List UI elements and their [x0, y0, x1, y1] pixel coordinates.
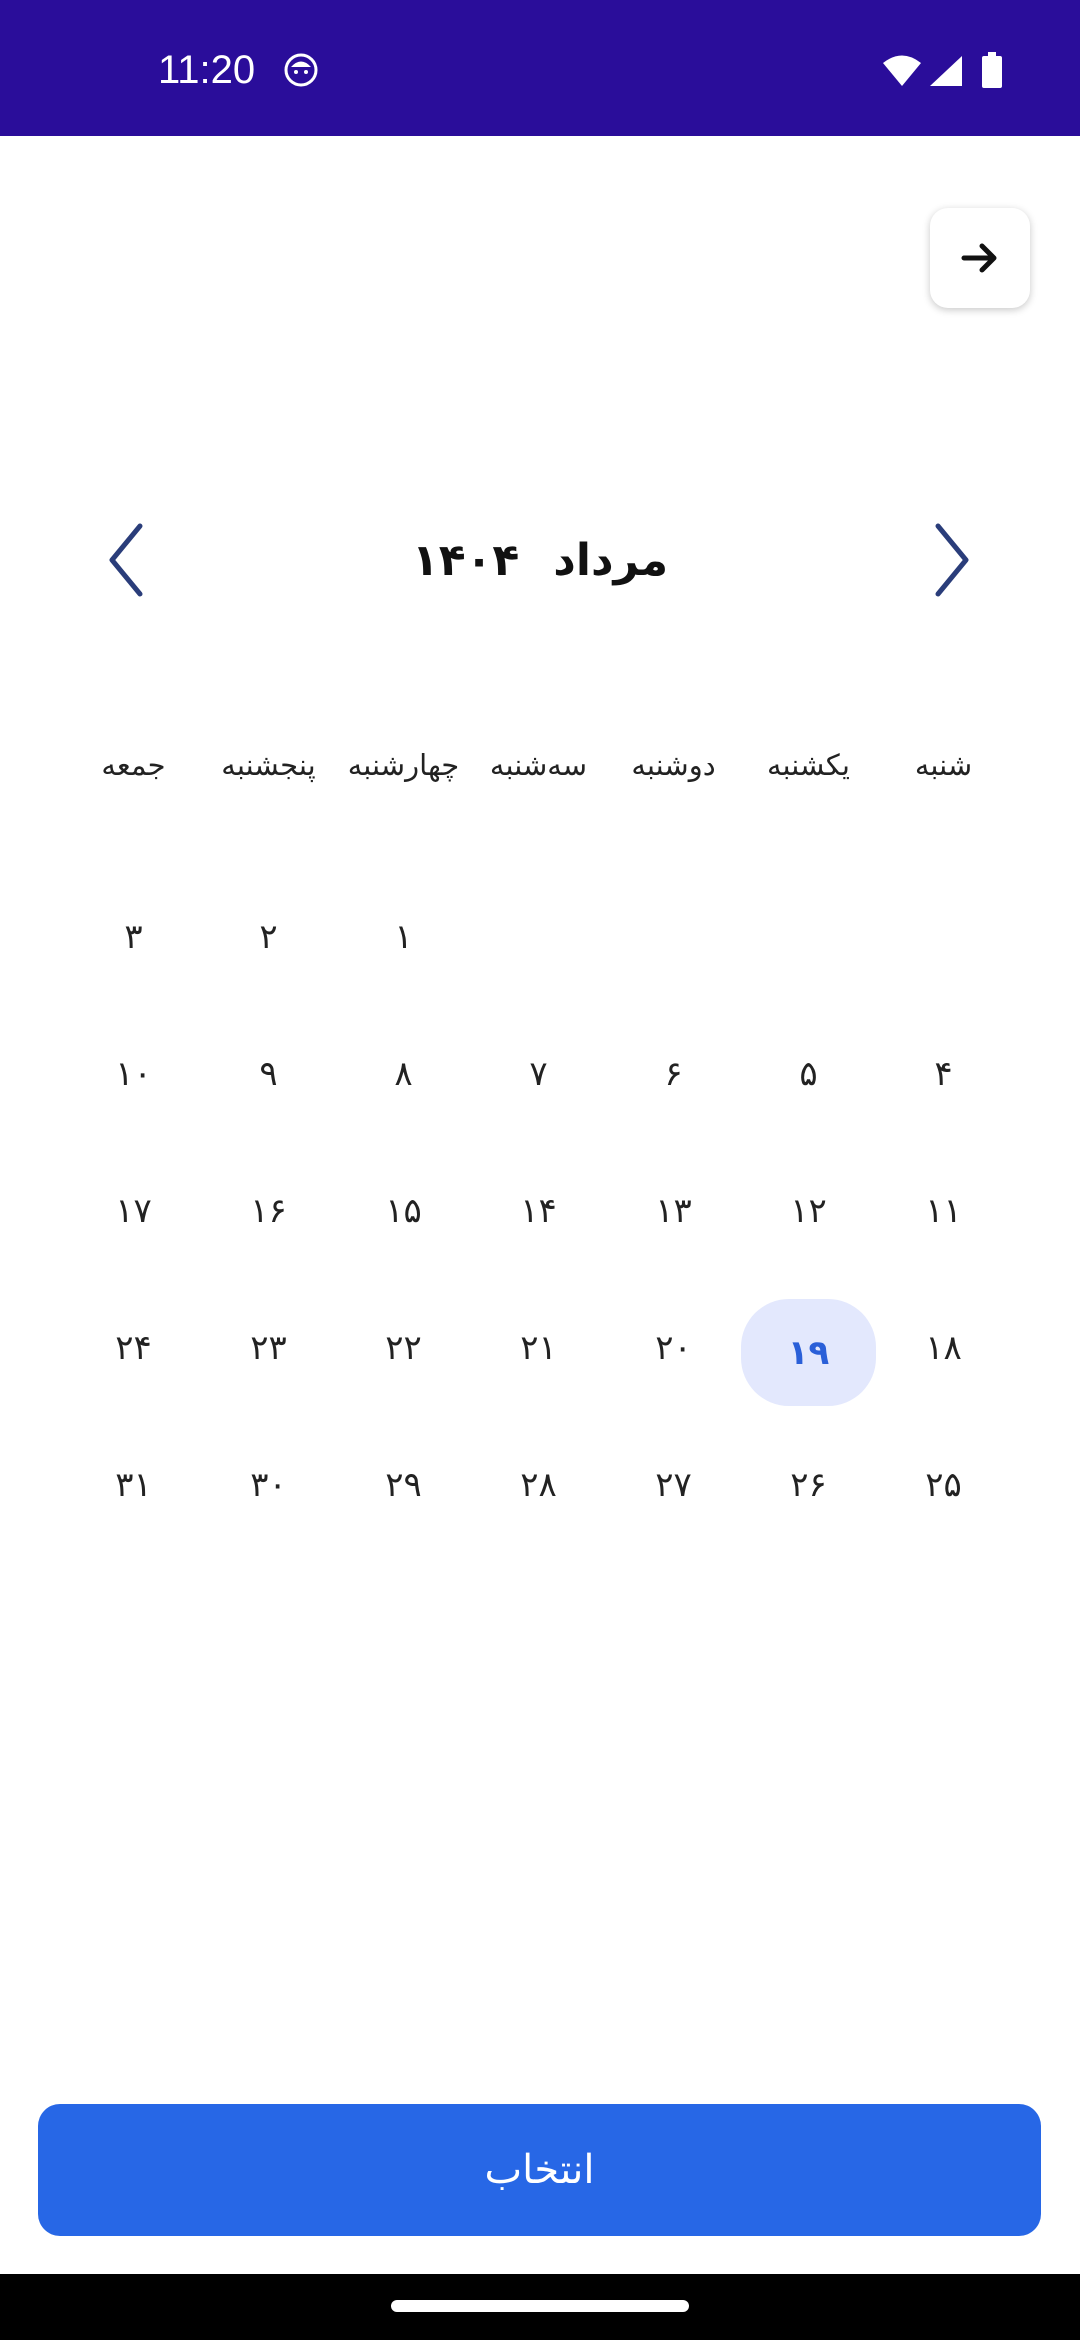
day-cell[interactable]: ۹: [201, 1005, 336, 1142]
day-cell[interactable]: ۲۱: [471, 1279, 606, 1416]
day-cell[interactable]: ۱۰: [66, 1005, 201, 1142]
day-cell[interactable]: ۲۸: [471, 1416, 606, 1553]
year-label: ۱۴۰۴: [411, 534, 520, 586]
day-cell[interactable]: ۲۴: [66, 1279, 201, 1416]
weekday-label: شنبه: [914, 748, 973, 782]
day-cell[interactable]: ۸: [336, 1005, 471, 1142]
day-cell[interactable]: ۱۲: [741, 1142, 876, 1279]
calendar-grid: ۱ ۲ ۳ ۴ ۵ ۶ ۷ ۸ ۹ ۱۰ ۱۱ ۱۲ ۱۳ ۱۴ ۱۵ ۱۶ ۱…: [66, 868, 1011, 1553]
day-cell[interactable]: ۲۰: [606, 1279, 741, 1416]
app-notification-icon: [284, 53, 318, 87]
day-cell[interactable]: ۲: [201, 868, 336, 1005]
signal-icon: [930, 56, 962, 86]
day-cell[interactable]: ۲۲: [336, 1279, 471, 1416]
day-cell[interactable]: ۱: [336, 868, 471, 1005]
day-cell[interactable]: ۶: [606, 1005, 741, 1142]
day-cell[interactable]: ۵: [741, 1005, 876, 1142]
empty-cell: [606, 868, 741, 1005]
status-time: 11:20: [158, 48, 256, 92]
weekday-label: جمعه: [101, 748, 166, 782]
month-title: مرداد ۱۴۰۴: [280, 524, 800, 596]
empty-cell: [741, 868, 876, 1005]
home-indicator[interactable]: [391, 2300, 689, 2312]
system-nav-bar: [0, 2274, 1080, 2340]
arrow-right-icon: [961, 243, 997, 273]
day-cell[interactable]: ۱۷: [66, 1142, 201, 1279]
weekday-label: چهارشنبه: [347, 748, 460, 782]
day-cell[interactable]: ۱۶: [201, 1142, 336, 1279]
battery-icon: [982, 52, 1002, 88]
weekday-label: یکشنبه: [766, 748, 850, 782]
weekday-header: شنبه یکشنبه دوشنبه سه‌شنبه چهارشنبه پنجش…: [66, 735, 1011, 795]
day-cell[interactable]: ۲۵: [876, 1416, 1011, 1553]
status-bar: 11:20: [0, 0, 1080, 136]
selected-day-cell[interactable]: ۱۹: [741, 1299, 876, 1406]
day-cell[interactable]: ۳۱: [66, 1416, 201, 1553]
day-cell[interactable]: ۲۶: [741, 1416, 876, 1553]
empty-cell: [471, 868, 606, 1005]
day-cell[interactable]: ۱۳: [606, 1142, 741, 1279]
day-cell[interactable]: ۳۰: [201, 1416, 336, 1553]
empty-cell: [876, 868, 1011, 1005]
month-name: مرداد: [553, 534, 669, 586]
weekday-label: پنجشنبه: [221, 748, 316, 782]
chevron-right-icon[interactable]: [926, 520, 974, 600]
day-cell[interactable]: ۴: [876, 1005, 1011, 1142]
day-cell[interactable]: ۳: [66, 868, 201, 1005]
wifi-icon: [883, 55, 921, 86]
day-cell[interactable]: ۲۳: [201, 1279, 336, 1416]
select-button[interactable]: انتخاب: [38, 2104, 1041, 2236]
weekday-label: دوشنبه: [631, 748, 716, 782]
day-cell[interactable]: ۷: [471, 1005, 606, 1142]
day-cell[interactable]: ۱۱: [876, 1142, 1011, 1279]
day-cell[interactable]: ۱۵: [336, 1142, 471, 1279]
back-button[interactable]: [930, 208, 1030, 308]
day-cell[interactable]: ۲۹: [336, 1416, 471, 1553]
day-cell[interactable]: ۲۷: [606, 1416, 741, 1553]
day-cell[interactable]: ۱۸: [876, 1279, 1011, 1416]
weekday-label: سه‌شنبه: [489, 748, 588, 782]
chevron-left-icon[interactable]: [104, 520, 152, 600]
day-cell[interactable]: ۱۴: [471, 1142, 606, 1279]
